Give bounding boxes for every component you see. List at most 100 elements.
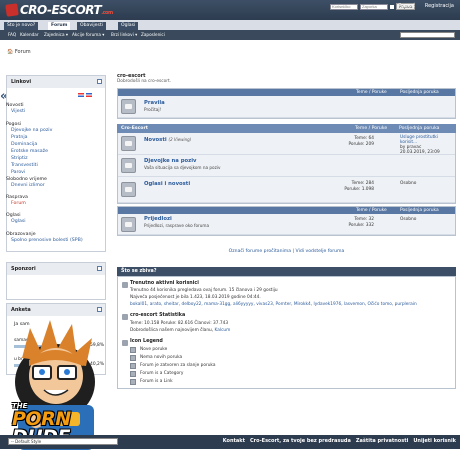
forum-description: Vaša situacija sa djevojkom na poziv	[144, 165, 221, 170]
subnav-quick-links[interactable]: Brzi linkovi ▾	[111, 32, 137, 37]
subnav-forum-actions[interactable]: Akcije foruma ▾	[72, 32, 104, 37]
sidebar-item-forum[interactable]: Forum	[11, 201, 26, 206]
sidebar-item-escort[interactable]: Pratnja	[11, 135, 28, 140]
breadcrumb-forum[interactable]: Forum	[15, 49, 31, 55]
logo-suffix: .com	[101, 10, 113, 16]
last-post: Usluge prostitutki korisit... by pravac …	[400, 135, 455, 155]
link-forum-icon	[130, 379, 136, 385]
forum-title-ads-news[interactable]: Oglasi i novosti	[144, 181, 190, 187]
forum-stats: Teme: 284 Poruke: 1.098	[326, 181, 374, 193]
subnav-calendar[interactable]: Kalendar	[20, 32, 39, 37]
flag-hr-icon[interactable]	[78, 93, 84, 97]
forum-status-icon	[121, 158, 136, 173]
forum-title-call-girls[interactable]: Djevojke na poziv	[144, 158, 197, 164]
viewing-count: (2 Viewing)	[168, 137, 192, 142]
sidebar-item-massage[interactable]: Erotske masaže	[11, 149, 48, 154]
forum-stats: Teme: 64 Poruke: 209	[326, 136, 374, 148]
footer-contact-link[interactable]: Kontakt	[223, 438, 245, 444]
forum-title-suggestions[interactable]: Prijedlozi	[144, 216, 172, 222]
online-users-list[interactable]: bokal01, arato, sheitar, delboy22, mama-…	[130, 302, 455, 307]
subnav-faq[interactable]: FAQ	[8, 32, 16, 37]
column-last-post-header: Posljednja poruka	[399, 126, 440, 131]
whats-going-on-box: Trenutno aktivni korisnici Trenutno 44 k…	[117, 276, 456, 389]
icon-legend-title: Icon Legend	[130, 339, 163, 344]
sidebar-item-striptease[interactable]: Striptiz	[11, 156, 28, 161]
style-select[interactable]: -- Default Style	[8, 438, 118, 445]
forum-description: Pročitaj!	[144, 107, 162, 112]
sidebar-item-transvestites[interactable]: Transvestiti	[11, 163, 38, 168]
forum-title-rules[interactable]: Pravila	[144, 100, 165, 106]
tab-ads[interactable]: Oglasi	[118, 22, 139, 30]
tab-forum[interactable]: Forum	[48, 22, 71, 30]
sidebar-item-std[interactable]: Spolno prenosive bolesti (SPB)	[11, 238, 83, 243]
help-link[interactable]: Pomoć	[398, 3, 415, 9]
tab-notices[interactable]: Obavijesti	[77, 22, 106, 30]
sidebar-item-domination[interactable]: Dominacija	[11, 142, 37, 147]
category-icon	[130, 371, 136, 377]
sidebar-links-title: Linkovi	[11, 79, 32, 85]
search-input[interactable]	[400, 32, 455, 38]
footer-top-link[interactable]: Unijeti korisnik	[413, 438, 456, 444]
legend-icon	[122, 340, 128, 346]
sidebar-item-call-girls[interactable]: Djevojke na poziv	[11, 128, 52, 133]
section-discussion-title: Rasprava	[6, 195, 28, 200]
forum-intro: cro-escort Dobrodošli na cro-escort.	[117, 73, 171, 84]
statistics-totals: Teme: 10.158 Poruke: 82.616 Članovi: 37.…	[130, 321, 229, 326]
page-subtitle: Dobrodošli na cro-escort.	[117, 79, 172, 84]
new-posts-icon	[130, 347, 136, 353]
site-logo[interactable]: CRO-ESCORT.com	[5, 3, 113, 17]
online-users-title[interactable]: Trenutno aktivni korisnici	[130, 281, 199, 286]
subnav-community[interactable]: Zajednica ▾	[44, 32, 68, 37]
subnav-staff[interactable]: Zaposlenici	[141, 32, 165, 37]
record-online: Najveća posjećenost je bila 1.423, 18.03…	[130, 295, 261, 300]
password-input[interactable]	[360, 3, 388, 10]
statistics-title: cro-escort Statistika	[130, 313, 186, 318]
mark-forums-read-link[interactable]: Označi forume pročitanima | Vidi vodstel…	[117, 249, 456, 254]
newest-member-link[interactable]: Kalcum	[215, 328, 231, 333]
legend-label: Forum is a Category	[140, 371, 184, 376]
register-link[interactable]: Registracija	[425, 3, 454, 9]
last-post: Osobno	[400, 217, 417, 222]
closed-forum-icon	[130, 363, 136, 369]
forum-row: Djevojke na poziv Vaša situacija sa djev…	[118, 155, 455, 177]
breadcrumb: 🏠 Forum	[7, 49, 31, 55]
legend-label: Nove poruke	[140, 347, 168, 352]
sidebar-item-vijesti[interactable]: Vijesti	[11, 109, 25, 114]
forum-description: Prijedlozi, rasprave oko foruma	[144, 223, 210, 228]
collapse-icon[interactable]	[97, 266, 102, 271]
tab-whats-new[interactable]: Što je novo?	[4, 22, 39, 30]
column-threads-header: Teme / Poruke	[355, 126, 388, 131]
collapse-icon[interactable]	[97, 79, 102, 84]
last-post-title[interactable]: Usluge prostitutki korisit...	[400, 135, 455, 145]
remember-checkbox[interactable]	[390, 4, 394, 9]
sidebar-item-couples[interactable]: Parovi	[11, 170, 25, 175]
forum-row: Oglasi i novosti Teme: 284 Poruke: 1.098…	[118, 177, 455, 203]
logo-mark-icon	[5, 3, 19, 17]
language-flags	[78, 93, 92, 97]
posts-count: Poruke: 332	[348, 223, 374, 228]
flag-en-icon[interactable]	[86, 93, 92, 97]
section-ads-title: Oglasi	[6, 213, 21, 218]
forum-row: Pravila Pročitaj!	[118, 96, 455, 118]
last-post: Osobno	[400, 181, 417, 186]
posts-count: Poruke: 209	[348, 142, 374, 147]
posts-count: Poruke: 1.098	[344, 187, 374, 192]
sidebar-item-daily[interactable]: Dnevni izlimor	[11, 183, 45, 188]
footer-privacy-link[interactable]: Zaštita privatnosti	[356, 438, 408, 444]
footer-home-link[interactable]: Cro-Escort, za tvoje bez predrasuda	[250, 438, 351, 444]
username-input[interactable]	[330, 3, 358, 10]
forum-title-news[interactable]: Novosti	[144, 137, 167, 143]
category-title[interactable]: Cro-Escort	[121, 126, 148, 131]
sponsors-title: Sponzori	[11, 266, 36, 272]
stats-icon	[122, 314, 128, 320]
legend-label: Forum je zatvoren za slanje poruka	[140, 363, 216, 368]
online-users-count: Trenutno 44 korisnika pregledava ovaj fo…	[130, 288, 278, 293]
column-threads-header: Teme / Poruke	[356, 90, 387, 95]
legend-label: Forum is a Link	[140, 379, 173, 384]
footer: -- Default Style Kontakt Cro-Escort, za …	[0, 435, 460, 449]
section-leisure-title: Slobodno vrijeme	[6, 177, 47, 182]
home-icon[interactable]: 🏠	[7, 49, 13, 55]
sidebar-item-ads[interactable]: Oglasi	[11, 219, 26, 224]
sub-navigation: FAQ Kalendar Zajednica ▾ Akcije foruma ▾…	[0, 30, 460, 40]
users-icon	[122, 282, 128, 288]
